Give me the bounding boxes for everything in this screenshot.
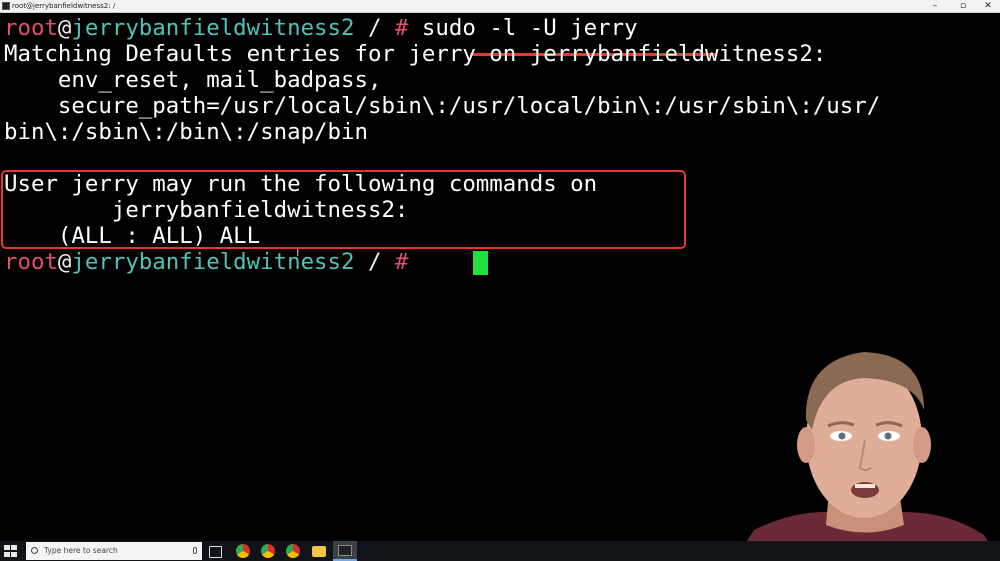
output-line: bin\:/sbin\:/bin\:/snap/bin [4,119,368,145]
webcam-overlay [734,340,1000,561]
prompt-line-1: root@jerrybanfieldwitness2 / # sudo -l -… [4,15,638,41]
search-placeholder: Type here to search [44,546,118,555]
prompt-hash: # [394,249,409,275]
sudo-privileges-highlight-annotation [1,170,686,249]
command-text: sudo -l -U jerry [408,15,638,41]
prompt-host: jerrybanfieldwitness2 [71,249,355,275]
prompt-path: / [354,15,395,41]
windows-start-icon[interactable] [4,545,18,557]
terminal-app-icon [2,2,10,10]
prompt-user: root [4,249,58,275]
output-line: env_reset, mail_badpass, [4,67,382,93]
taskbar-active-terminal[interactable] [333,541,357,561]
chrome-icon[interactable] [236,544,250,558]
maximize-button[interactable]: ▫ [950,0,976,12]
search-icon [31,547,38,554]
chrome-icon[interactable] [286,544,300,558]
prompt-user: root [4,15,58,41]
task-view-icon[interactable] [209,546,222,558]
taskbar-search-box[interactable]: Type here to search [26,542,202,560]
prompt-host: jerrybanfieldwitness2 [71,15,355,41]
microphone-icon[interactable] [193,547,197,554]
prompt-line-2: root@jerrybanfieldwitness2 / # [4,249,408,275]
prompt-at: @ [57,249,72,275]
close-button[interactable]: ✕ [975,0,1000,12]
prompt-hash: # [394,15,409,41]
terminal-cursor [473,251,488,275]
window-title: root@jerrybanfieldwitness2: / [12,2,116,10]
output-line: Matching Defaults entries for jerry on j… [4,41,827,67]
minimize-button[interactable]: – [922,0,948,12]
window-titlebar: root@jerrybanfieldwitness2: / – ▫ ✕ [0,0,1000,13]
terminal-app-icon [338,545,352,556]
file-explorer-icon[interactable] [312,546,326,557]
windows-taskbar: Type here to search [0,541,1000,561]
output-line: secure_path=/usr/local/sbin\:/usr/local/… [4,93,881,119]
prompt-path: / [354,249,395,275]
prompt-at: @ [57,15,72,41]
chrome-icon[interactable] [261,544,275,558]
